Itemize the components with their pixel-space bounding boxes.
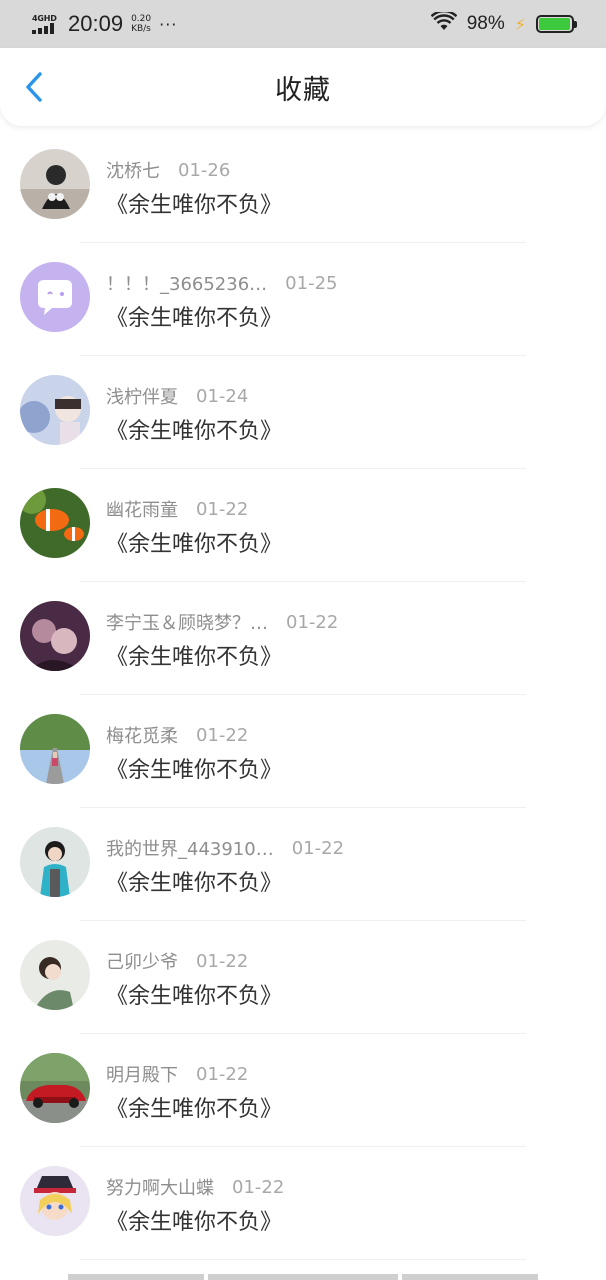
signal-icon: 4GHD bbox=[32, 13, 60, 34]
book-title[interactable]: 《余生唯你不负》 bbox=[106, 1204, 282, 1236]
item-meta: 李宁玉＆顾晓梦？… 01-22 bbox=[106, 609, 338, 635]
avatar[interactable] bbox=[20, 262, 90, 332]
avatar[interactable] bbox=[20, 940, 90, 1010]
user-name[interactable]: 梅花觅柔 bbox=[106, 722, 178, 748]
item-meta: 沈桥七 01-26 bbox=[106, 157, 230, 183]
avatar[interactable] bbox=[20, 1053, 90, 1123]
user-name[interactable]: 李宁玉＆顾晓梦？… bbox=[106, 609, 268, 635]
network-speed: 0.20 KB/s bbox=[131, 14, 151, 34]
list-item[interactable]: 己卯少爷 01-22 《余生唯你不负》 bbox=[0, 921, 606, 1034]
item-date: 01-22 bbox=[286, 611, 339, 633]
item-meta: 浅柠伴夏 01-24 bbox=[106, 383, 248, 409]
charging-icon: ⚡ bbox=[514, 14, 526, 34]
book-title[interactable]: 《余生唯你不负》 bbox=[106, 752, 282, 784]
list-item[interactable]: 明月殿下 01-22 《余生唯你不负》 bbox=[0, 1034, 606, 1147]
item-date: 01-24 bbox=[196, 385, 249, 407]
item-date: 01-22 bbox=[232, 1176, 285, 1198]
more-notifications-icon: ··· bbox=[159, 14, 178, 34]
list-item[interactable]: 我的世界_443910… 01-22 《余生唯你不负》 bbox=[0, 808, 606, 921]
book-title[interactable]: 《余生唯你不负》 bbox=[106, 865, 282, 897]
user-name[interactable]: 我的世界_443910… bbox=[106, 835, 274, 861]
wifi-icon bbox=[430, 9, 458, 36]
avatar[interactable] bbox=[20, 827, 90, 897]
user-name[interactable]: 明月殿下 bbox=[106, 1061, 178, 1087]
list-item[interactable]: 梅花觅柔 01-22 《余生唯你不负》 bbox=[0, 695, 606, 808]
item-date: 01-22 bbox=[196, 724, 249, 746]
user-name[interactable]: 浅柠伴夏 bbox=[106, 383, 178, 409]
book-title[interactable]: 《余生唯你不负》 bbox=[106, 978, 282, 1010]
item-meta: 幽花雨童 01-22 bbox=[106, 496, 248, 522]
avatar[interactable] bbox=[20, 714, 90, 784]
avatar[interactable] bbox=[20, 1166, 90, 1236]
avatar[interactable] bbox=[20, 375, 90, 445]
user-name[interactable]: 努力啊大山蝶 bbox=[106, 1174, 214, 1200]
book-title[interactable]: 《余生唯你不负》 bbox=[106, 526, 282, 558]
item-date: 01-22 bbox=[196, 950, 249, 972]
list-item[interactable]: 幽花雨童 01-22 《余生唯你不负》 bbox=[0, 469, 606, 582]
item-meta: 努力啊大山蝶 01-22 bbox=[106, 1174, 284, 1200]
item-meta: 己卯少爷 01-22 bbox=[106, 948, 248, 974]
item-meta: ！！！_3665236… 01-25 bbox=[106, 270, 337, 296]
user-name[interactable]: 沈桥七 bbox=[106, 157, 160, 183]
clock: 20:09 bbox=[68, 11, 124, 36]
list-item[interactable]: ！！！_3665236… 01-25 《余生唯你不负》 bbox=[0, 243, 606, 356]
speed-value: 0.20 bbox=[131, 14, 152, 24]
bottom-indicator bbox=[68, 1274, 538, 1280]
status-right: 98% ⚡ bbox=[430, 9, 577, 36]
battery-icon bbox=[536, 15, 577, 33]
item-meta: 我的世界_443910… 01-22 bbox=[106, 835, 344, 861]
item-meta: 明月殿下 01-22 bbox=[106, 1061, 248, 1087]
list-item[interactable]: 浅柠伴夏 01-24 《余生唯你不负》 bbox=[0, 356, 606, 469]
item-date: 01-25 bbox=[285, 272, 338, 294]
book-title[interactable]: 《余生唯你不负》 bbox=[106, 413, 282, 445]
page-title: 收藏 bbox=[275, 74, 331, 106]
item-date: 01-22 bbox=[291, 837, 345, 859]
user-name[interactable]: 幽花雨童 bbox=[106, 496, 178, 522]
item-date: 01-22 bbox=[196, 1063, 249, 1085]
back-button[interactable] bbox=[14, 67, 54, 107]
item-date: 01-22 bbox=[196, 498, 249, 520]
book-title[interactable]: 《余生唯你不负》 bbox=[106, 187, 282, 219]
book-title[interactable]: 《余生唯你不负》 bbox=[106, 300, 282, 332]
item-date: 01-26 bbox=[178, 159, 231, 181]
book-title[interactable]: 《余生唯你不负》 bbox=[106, 639, 282, 671]
favorites-list: 沈桥七 01-26 《余生唯你不负》 ！！！_3665236… 01-25 《余… bbox=[0, 130, 606, 1260]
item-meta: 梅花觅柔 01-22 bbox=[106, 722, 248, 748]
book-title[interactable]: 《余生唯你不负》 bbox=[106, 1091, 282, 1123]
battery-percent: 98% bbox=[466, 13, 505, 34]
nav-bar: 收藏 bbox=[0, 48, 606, 126]
list-item[interactable]: 李宁玉＆顾晓梦？… 01-22 《余生唯你不负》 bbox=[0, 582, 606, 695]
list-item[interactable]: 沈桥七 01-26 《余生唯你不负》 bbox=[0, 130, 606, 243]
user-name[interactable]: ！！！_3665236… bbox=[106, 270, 267, 296]
list-item[interactable]: 努力啊大山蝶 01-22 《余生唯你不负》 bbox=[0, 1147, 606, 1260]
status-left: 4GHD 20:09 0.20 KB/s ··· bbox=[32, 11, 177, 37]
chevron-left-icon bbox=[26, 72, 42, 102]
network-type: 4GHD bbox=[32, 13, 57, 23]
user-name[interactable]: 己卯少爷 bbox=[106, 948, 178, 974]
status-bar: 4GHD 20:09 0.20 KB/s ··· 98% ⚡ bbox=[0, 0, 606, 48]
avatar[interactable] bbox=[20, 488, 90, 558]
avatar[interactable] bbox=[20, 149, 90, 219]
speed-unit: KB/s bbox=[131, 24, 151, 34]
avatar[interactable] bbox=[20, 601, 90, 671]
